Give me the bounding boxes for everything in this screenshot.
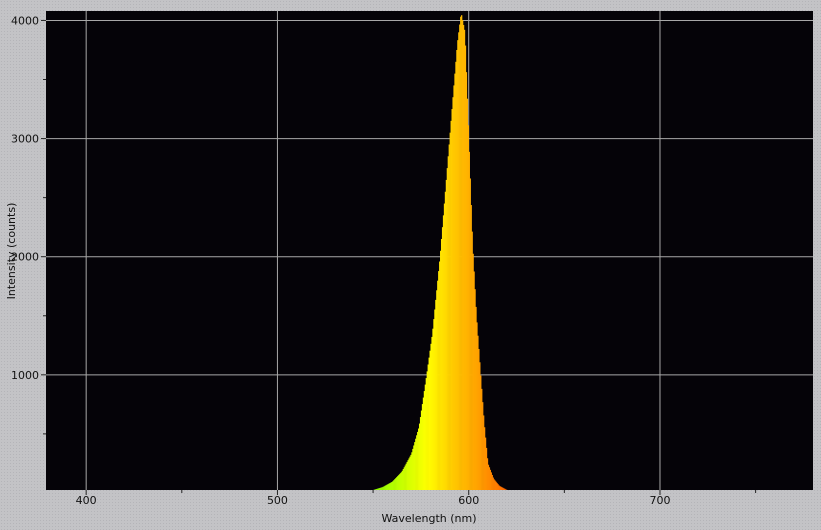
x-axis-label: Wavelength (nm) [381,512,476,525]
spectrum-chart: 400 500 600 7001000200030004000 Wavelength … [5,11,813,525]
x-tick-label: 400 [76,494,97,507]
y-axis-label: Intensity (counts) [5,203,18,300]
y-tick-label: 4000 [11,14,39,27]
x-tick-label: 600 [458,494,479,507]
y-tick-label: 1000 [11,369,39,382]
x-tick-label: 700 [649,494,670,507]
y-tick-label: 3000 [11,133,39,146]
x-tick-label: 500 [267,494,288,507]
